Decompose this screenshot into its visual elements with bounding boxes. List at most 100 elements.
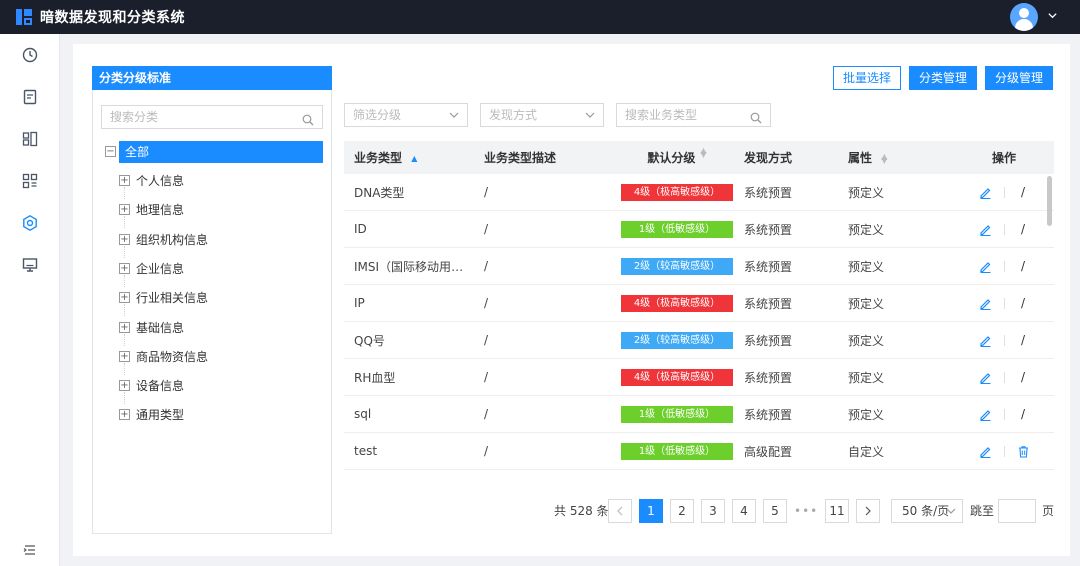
expand-icon[interactable]: + [119,175,130,186]
table-row[interactable]: RH血型 / 4级（极高敏感级） 系统预置 预定义 / [344,359,1054,396]
left-nav [0,34,60,566]
cell-operations: / [954,259,1054,273]
ops-placeholder: / [1020,370,1026,384]
expand-icon[interactable]: + [119,234,130,245]
page-2[interactable]: 2 [670,499,694,523]
edit-icon[interactable] [979,408,992,421]
level-filter-select[interactable]: 筛选分级 [344,103,468,127]
cell-business-type: sql [354,407,372,421]
cell-business-type: RH血型 [354,370,396,385]
cell-operations: / [954,333,1054,347]
cell-default-level: 2级（较高敏感级） [614,257,740,275]
tree-node-label: 商品物资信息 [136,350,209,364]
cell-description: / [484,296,489,310]
table-row[interactable]: IMSI（国际移动用户... / 2级（较高敏感级） 系统预置 预定义 / [344,248,1054,285]
cell-attribute: 预定义 [848,185,885,200]
jump-page-input[interactable] [998,499,1036,523]
expand-icon[interactable]: + [119,322,130,333]
header-business-type[interactable]: 业务类型 ▲ [344,149,474,166]
pagination-ellipsis[interactable]: ••• [794,499,818,523]
method-filter-select[interactable]: 发现方式 [480,103,604,127]
sort-icon[interactable]: ▲ ▼ [700,147,706,166]
table-header: 业务类型 ▲ 业务类型描述 默认分级 ▲ ▼ 发现方式 属性 ▲ ▼ 操作 [344,141,1054,174]
expand-icon[interactable]: + [119,204,130,215]
sort-icon[interactable]: ▲ ▼ [881,152,887,164]
tree-connector [124,334,125,346]
header-default-level[interactable]: 默认分级 ▲ ▼ [614,147,740,166]
cell-attribute: 预定义 [848,370,885,385]
collapse-menu-icon[interactable] [22,542,38,558]
expand-icon[interactable]: + [119,292,130,303]
edit-icon[interactable] [979,334,992,347]
table-row[interactable]: IP / 4级（极高敏感级） 系统预置 预定义 / [344,285,1054,322]
cell-default-level: 4级（极高敏感级） [614,183,740,201]
table-row[interactable]: DNA类型 / 4级（极高敏感级） 系统预置 预定义 / [344,174,1054,211]
app-title: 暗数据发现和分类系统 [40,10,185,26]
user-avatar[interactable] [1010,3,1038,31]
monitor-icon[interactable] [21,256,39,274]
edit-icon[interactable] [979,297,992,310]
edit-icon[interactable] [979,186,992,199]
category-search-input[interactable]: 搜索分类 [101,105,323,129]
level-badge: 1级（低敏感级） [621,442,733,460]
table-row[interactable]: test / 1级（低敏感级） 高级配置 自定义 [344,433,1054,470]
header-attribute[interactable]: 属性 ▲ ▼ [844,149,954,166]
cell-business-type: test [354,444,378,458]
page-5[interactable]: 5 [763,499,787,523]
edit-icon[interactable] [979,371,992,384]
category-manage-button[interactable]: 分类管理 [909,66,977,90]
document-icon[interactable] [21,88,39,106]
cell-operations [954,445,1054,458]
tree-connector [124,246,125,258]
tree-node-label: 个人信息 [136,174,185,188]
method-filter-placeholder: 发现方式 [489,108,538,122]
cell-default-level: 4级（极高敏感级） [614,368,740,386]
business-type-search-input[interactable]: 搜索业务类型 [616,103,771,127]
dashboard-icon[interactable] [21,46,39,64]
scan-icon[interactable] [21,130,39,148]
ops-divider [1003,223,1005,235]
cell-description: / [484,222,489,236]
level-manage-button[interactable]: 分级管理 [985,66,1053,90]
cell-description: / [484,259,489,273]
table-row[interactable]: QQ号 / 2级（较高敏感级） 系统预置 预定义 / [344,322,1054,359]
page-last[interactable]: 11 [825,499,849,523]
expand-icon[interactable]: + [119,380,130,391]
tree-root[interactable]: − 全部 [101,141,323,163]
page-3[interactable]: 3 [701,499,725,523]
table-row[interactable]: sql / 1级（低敏感级） 系统预置 预定义 / [344,396,1054,433]
cell-discovery-method: 系统预置 [744,222,793,237]
cell-default-level: 1级（低敏感级） [614,220,740,238]
jump-unit: 页 [1042,504,1055,518]
page-4[interactable]: 4 [732,499,756,523]
sort-icon[interactable]: ▲ [411,154,417,162]
tree-node-label: 行业相关信息 [136,291,209,305]
cell-attribute: 自定义 [848,444,885,459]
next-page-button[interactable] [856,499,880,523]
expand-icon[interactable]: + [119,263,130,274]
cell-discovery-method: 系统预置 [744,370,793,385]
expand-icon[interactable]: + [119,351,130,362]
page-size-select[interactable]: 50 条/页 [891,499,963,523]
page-1[interactable]: 1 [639,499,663,523]
chevron-down-icon [946,500,956,531]
chevron-down-icon [585,104,595,135]
edit-icon[interactable] [979,445,992,458]
edit-icon[interactable] [979,223,992,236]
user-menu-chevron-icon[interactable] [1047,10,1058,24]
tree-node-label: 通用类型 [136,408,185,422]
expand-icon[interactable]: + [119,409,130,420]
table-scrollbar[interactable] [1047,176,1052,226]
settings-icon[interactable] [21,214,39,232]
edit-icon[interactable] [979,260,992,273]
table-row[interactable]: ID / 1级（低敏感级） 系统预置 预定义 / [344,211,1054,248]
search-icon[interactable] [302,111,314,126]
qrcode-icon[interactable] [21,172,39,190]
search-icon[interactable] [750,109,762,124]
collapse-icon[interactable]: − [105,146,116,157]
prev-page-button[interactable] [608,499,632,523]
batch-select-button[interactable]: 批量选择 [833,66,901,90]
cell-operations: / [954,185,1054,199]
delete-icon[interactable] [1017,445,1030,458]
level-badge: 2级（较高敏感级） [621,331,733,349]
